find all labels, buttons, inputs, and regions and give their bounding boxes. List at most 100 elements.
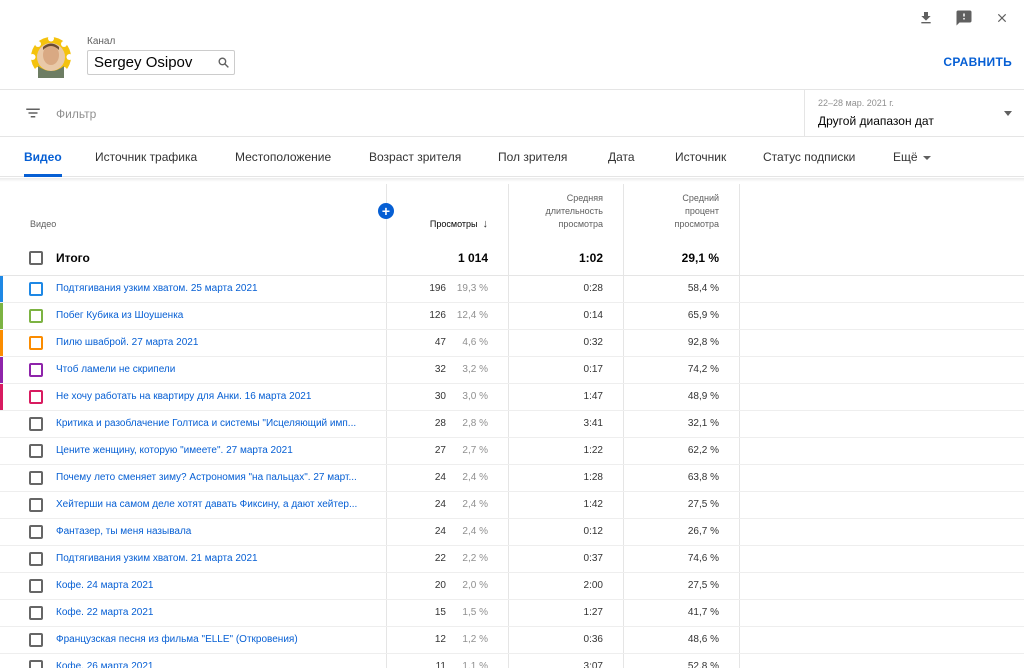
tab-more[interactable]: Ещё — [893, 150, 931, 164]
row-views: 32 — [434, 364, 446, 375]
table-row: Побег Кубика из Шоушенка 126 12,4 % 0:14 65,… — [0, 303, 1024, 330]
video-title-link[interactable]: Кофе. 24 марта 2021 — [56, 580, 380, 591]
row-views-share: 2,7 % — [462, 445, 488, 456]
row-checkbox[interactable] — [29, 417, 43, 431]
row-checkbox[interactable] — [29, 363, 43, 377]
download-icon[interactable] — [914, 6, 938, 30]
row-views: 28 — [434, 418, 446, 429]
video-title-link[interactable]: Пилю шваброй. 27 марта 2021 — [56, 337, 380, 348]
row-views: 24 — [434, 499, 446, 510]
tab-viewer-gender[interactable]: Пол зрителя — [498, 150, 567, 164]
date-range-selector[interactable]: 22–28 мар. 2021 г. Другой диапазон дат — [804, 90, 1024, 137]
channel-avatar[interactable] — [30, 36, 72, 78]
video-title-link[interactable]: Почему лето сменяет зиму? Астрономия "на… — [56, 472, 380, 483]
row-avg-duration: 3:41 — [583, 418, 603, 429]
add-metric-button[interactable]: + — [378, 203, 394, 219]
total-avg-percent: 29,1 % — [681, 251, 719, 265]
close-icon[interactable] — [990, 6, 1014, 30]
row-avg-duration: 1:47 — [583, 391, 603, 402]
column-header-views[interactable]: Просмотры ↓ — [430, 218, 488, 231]
row-views-share: 1,1 % — [462, 661, 488, 668]
row-avg-duration: 1:28 — [583, 472, 603, 483]
row-checkbox[interactable] — [29, 336, 43, 350]
row-avg-percent: 63,8 % — [687, 472, 719, 483]
row-views: 126 — [429, 310, 446, 321]
feedback-icon[interactable] — [952, 6, 976, 30]
column-header-views-label: Просмотры — [429, 219, 478, 229]
date-range-label: Другой диапазон дат — [818, 114, 934, 128]
video-title-link[interactable]: Побег Кубика из Шоушенка — [56, 310, 380, 321]
video-title-link[interactable]: Цените женщину, которую "имеете". 27 мар… — [56, 445, 380, 456]
row-checkbox[interactable] — [29, 606, 43, 620]
video-title-link[interactable]: Чтоб ламели не скрипели — [56, 364, 380, 375]
row-avg-duration: 0:37 — [583, 553, 603, 564]
video-title-link[interactable]: Подтягивания узким хватом. 21 марта 2021 — [56, 553, 380, 564]
channel-selector[interactable]: Sergey Osipov — [87, 50, 235, 75]
row-views: 20 — [434, 580, 446, 591]
row-checkbox[interactable] — [29, 471, 43, 485]
tab-bar: Видео Источник трафика Местоположение Во… — [0, 137, 1024, 177]
video-title-link[interactable]: Кофе. 22 марта 2021 — [56, 607, 380, 618]
filter-input[interactable]: Фильтр — [56, 107, 96, 121]
row-checkbox[interactable] — [29, 579, 43, 593]
row-avg-duration: 3:07 — [583, 661, 603, 668]
row-avg-duration: 0:14 — [583, 310, 603, 321]
table-row: Французская песня из фильма "ELLE" (Откр… — [0, 627, 1024, 654]
row-avg-percent: 48,6 % — [687, 634, 719, 645]
tab-geography[interactable]: Местоположение — [235, 150, 331, 164]
video-title-link[interactable]: Не хочу работать на квартиру для Анки. 1… — [56, 391, 380, 402]
row-checkbox[interactable] — [29, 525, 43, 539]
tab-source[interactable]: Источник — [675, 150, 726, 164]
column-header-avg-duration[interactable]: Средняя длительность просмотра — [523, 192, 604, 231]
total-views: 1 014 — [457, 251, 488, 265]
tab-subscription-status[interactable]: Статус подписки — [763, 150, 855, 164]
row-avg-percent: 48,9 % — [687, 391, 719, 402]
column-header-video[interactable]: Видео — [30, 218, 56, 231]
row-views: 11 — [435, 661, 446, 668]
channel-name: Sergey Osipov — [94, 54, 193, 71]
compare-button[interactable]: СРАВНИТЬ — [943, 55, 1012, 69]
column-header-avg-percent[interactable]: Средний процент просмотра — [655, 192, 719, 231]
row-views: 22 — [434, 553, 446, 564]
row-checkbox[interactable] — [29, 498, 43, 512]
table-row: Цените женщину, которую "имеете". 27 мар… — [0, 438, 1024, 465]
row-views: 27 — [434, 445, 446, 456]
row-checkbox[interactable] — [29, 660, 43, 668]
total-checkbox[interactable] — [29, 251, 43, 265]
row-views-share: 3,2 % — [462, 364, 488, 375]
tab-viewer-age[interactable]: Возраст зрителя — [369, 150, 461, 164]
row-checkbox[interactable] — [29, 633, 43, 647]
tab-date[interactable]: Дата — [608, 150, 635, 164]
table-row: Кофе. 22 марта 2021 15 1,5 % 1:27 41,7 % — [0, 600, 1024, 627]
video-title-link[interactable]: Фантазер, ты меня называла — [56, 526, 380, 537]
row-checkbox[interactable] — [29, 444, 43, 458]
date-range-dates: 22–28 мар. 2021 г. — [818, 98, 894, 108]
table-row: Подтягивания узким хватом. 21 марта 2021… — [0, 546, 1024, 573]
series-color-stripe — [0, 384, 3, 410]
video-title-link[interactable]: Французская песня из фильма "ELLE" (Откр… — [56, 634, 380, 645]
tab-video[interactable]: Видео — [24, 150, 62, 164]
table-row: Подтягивания узким хватом. 25 марта 2021… — [0, 276, 1024, 303]
row-checkbox[interactable] — [29, 309, 43, 323]
video-title-link[interactable]: Подтягивания узким хватом. 25 марта 2021 — [56, 283, 380, 294]
row-views: 15 — [434, 607, 446, 618]
row-views-share: 2,4 % — [462, 472, 488, 483]
row-checkbox[interactable] — [29, 390, 43, 404]
video-title-link[interactable]: Хейтерши на самом деле хотят давать Фикс… — [56, 499, 380, 510]
row-avg-duration: 0:32 — [583, 337, 603, 348]
row-avg-duration: 1:27 — [583, 607, 603, 618]
filter-icon[interactable] — [24, 104, 42, 122]
row-avg-duration: 1:22 — [583, 445, 603, 456]
row-avg-percent: 41,7 % — [687, 607, 719, 618]
search-icon[interactable] — [212, 52, 234, 74]
row-avg-percent: 26,7 % — [687, 526, 719, 537]
row-avg-duration: 0:12 — [583, 526, 603, 537]
tab-traffic-source[interactable]: Источник трафика — [95, 150, 197, 164]
sort-arrow-down-icon: ↓ — [482, 218, 489, 230]
row-checkbox[interactable] — [29, 552, 43, 566]
row-checkbox[interactable] — [29, 282, 43, 296]
video-title-link[interactable]: Кофе. 26 марта 2021 — [56, 661, 380, 668]
total-row: Итого 1 014 1:02 29,1 % — [0, 240, 1024, 276]
video-title-link[interactable]: Критика и разоблачение Голтиса и системы… — [56, 418, 380, 429]
table-row: Почему лето сменяет зиму? Астрономия "на… — [0, 465, 1024, 492]
